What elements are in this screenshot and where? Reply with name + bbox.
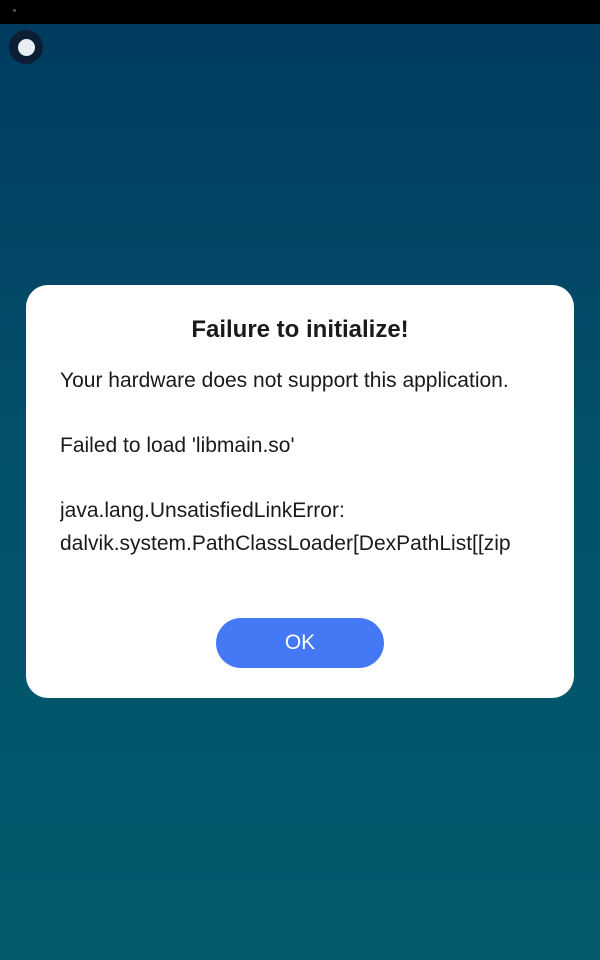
floating-circle-icon (17, 38, 35, 56)
error-detail-text: dalvik.system.PathClassLoader[DexPathLis… (60, 531, 511, 555)
error-type-text: java.lang.UnsatisfiedLinkError: (60, 499, 345, 522)
status-bar (0, 0, 600, 24)
error-dialog: Failure to initialize! Your hardware doe… (26, 285, 574, 698)
status-indicator-dot (13, 9, 16, 12)
load-failure-message: Failed to load 'libmain.so' (60, 434, 295, 457)
dialog-message: Your hardware does not support this appl… (60, 365, 540, 590)
hardware-message: Your hardware does not support this appl… (60, 369, 509, 392)
dialog-title: Failure to initialize! (191, 316, 409, 343)
ok-button[interactable]: OK (216, 618, 384, 668)
floating-overlay-button[interactable] (9, 30, 43, 64)
